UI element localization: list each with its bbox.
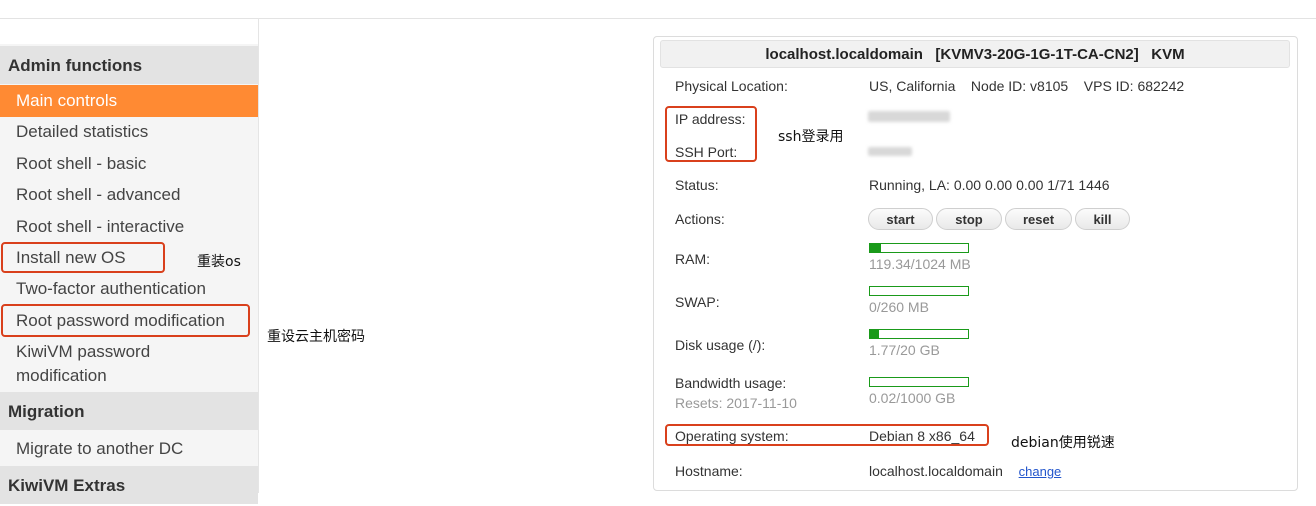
start-button[interactable]: start — [868, 208, 933, 230]
ram-value: 119.34/1024 MB — [869, 256, 971, 272]
status-label: Status: — [675, 177, 719, 193]
swap-value: 0/260 MB — [869, 299, 929, 315]
sidebar-item-main-controls[interactable]: Main controls — [0, 85, 258, 117]
sidebar-item-root-shell-advanced[interactable]: Root shell - advanced — [0, 183, 258, 207]
disk-usage-bar — [869, 329, 969, 339]
disk-usage-fill — [870, 330, 879, 338]
swap-usage-bar — [869, 286, 969, 296]
actions-label: Actions: — [675, 211, 725, 227]
sidebar-item-root-shell-interactive[interactable]: Root shell - interactive — [0, 215, 258, 239]
os-highlight — [665, 424, 989, 446]
sidebar-divider — [258, 18, 259, 493]
disk-usage-value: 1.77/20 GB — [869, 342, 940, 358]
sidebar-item-two-factor-authentication[interactable]: Two-factor authentication — [0, 277, 258, 301]
swap-label: SWAP: — [675, 294, 720, 310]
status-value: Running, LA: 0.00 0.00 0.00 1/71 1446 — [869, 177, 1110, 193]
vps-info-panel — [653, 36, 1298, 491]
sidebar-item-migrate-to-another-dc[interactable]: Migrate to another DC — [0, 437, 258, 461]
top-bar — [0, 0, 1316, 19]
bandwidth-value: 0.02/1000 GB — [869, 390, 956, 406]
sidebar-item-detailed-statistics[interactable]: Detailed statistics — [0, 120, 258, 144]
kiwivm-extras-heading: KiwiVM Extras — [0, 466, 258, 504]
ram-usage-bar — [869, 243, 969, 253]
panel-title: localhost.localdomain [KVMV3-20G-1G-1T-C… — [660, 40, 1290, 68]
ssh-annotation: ssh登录用 — [778, 129, 844, 145]
install-os-highlight — [1, 242, 165, 273]
ssh-highlight — [665, 106, 757, 162]
admin-functions-heading: Admin functions — [0, 46, 258, 84]
disk-usage-label: Disk usage (/): — [675, 337, 766, 353]
hostname-label: Hostname: — [675, 463, 743, 479]
ip-address-value-redacted — [868, 111, 950, 122]
ssh-port-value-redacted — [868, 147, 912, 156]
sidebar-item-kiwivm-password-modification[interactable]: KiwiVM password modification — [0, 340, 200, 388]
bandwidth-resets: Resets: 2017-11-10 — [675, 395, 797, 411]
bandwidth-label: Bandwidth usage: — [675, 375, 787, 391]
hostname-value: localhost.localdomain change — [869, 463, 1061, 479]
root-password-highlight — [1, 304, 250, 337]
kill-button[interactable]: kill — [1075, 208, 1130, 230]
install-os-annotation: 重装os — [197, 254, 241, 270]
change-hostname-link[interactable]: change — [1019, 464, 1062, 479]
ram-label: RAM: — [675, 251, 710, 267]
migration-heading: Migration — [0, 392, 258, 430]
physical-location-label: Physical Location: — [675, 78, 788, 94]
hostname-text: localhost.localdomain — [869, 463, 1003, 479]
root-password-annotation: 重设云主机密码 — [267, 329, 365, 345]
bandwidth-usage-bar — [869, 377, 969, 387]
ram-usage-fill — [870, 244, 882, 252]
os-annotation: debian使用锐速 — [1011, 435, 1115, 451]
reset-button[interactable]: reset — [1005, 208, 1072, 230]
stop-button[interactable]: stop — [936, 208, 1002, 230]
sidebar-item-root-shell-basic[interactable]: Root shell - basic — [0, 152, 258, 176]
physical-location-value: US, California Node ID: v8105 VPS ID: 68… — [869, 78, 1185, 94]
